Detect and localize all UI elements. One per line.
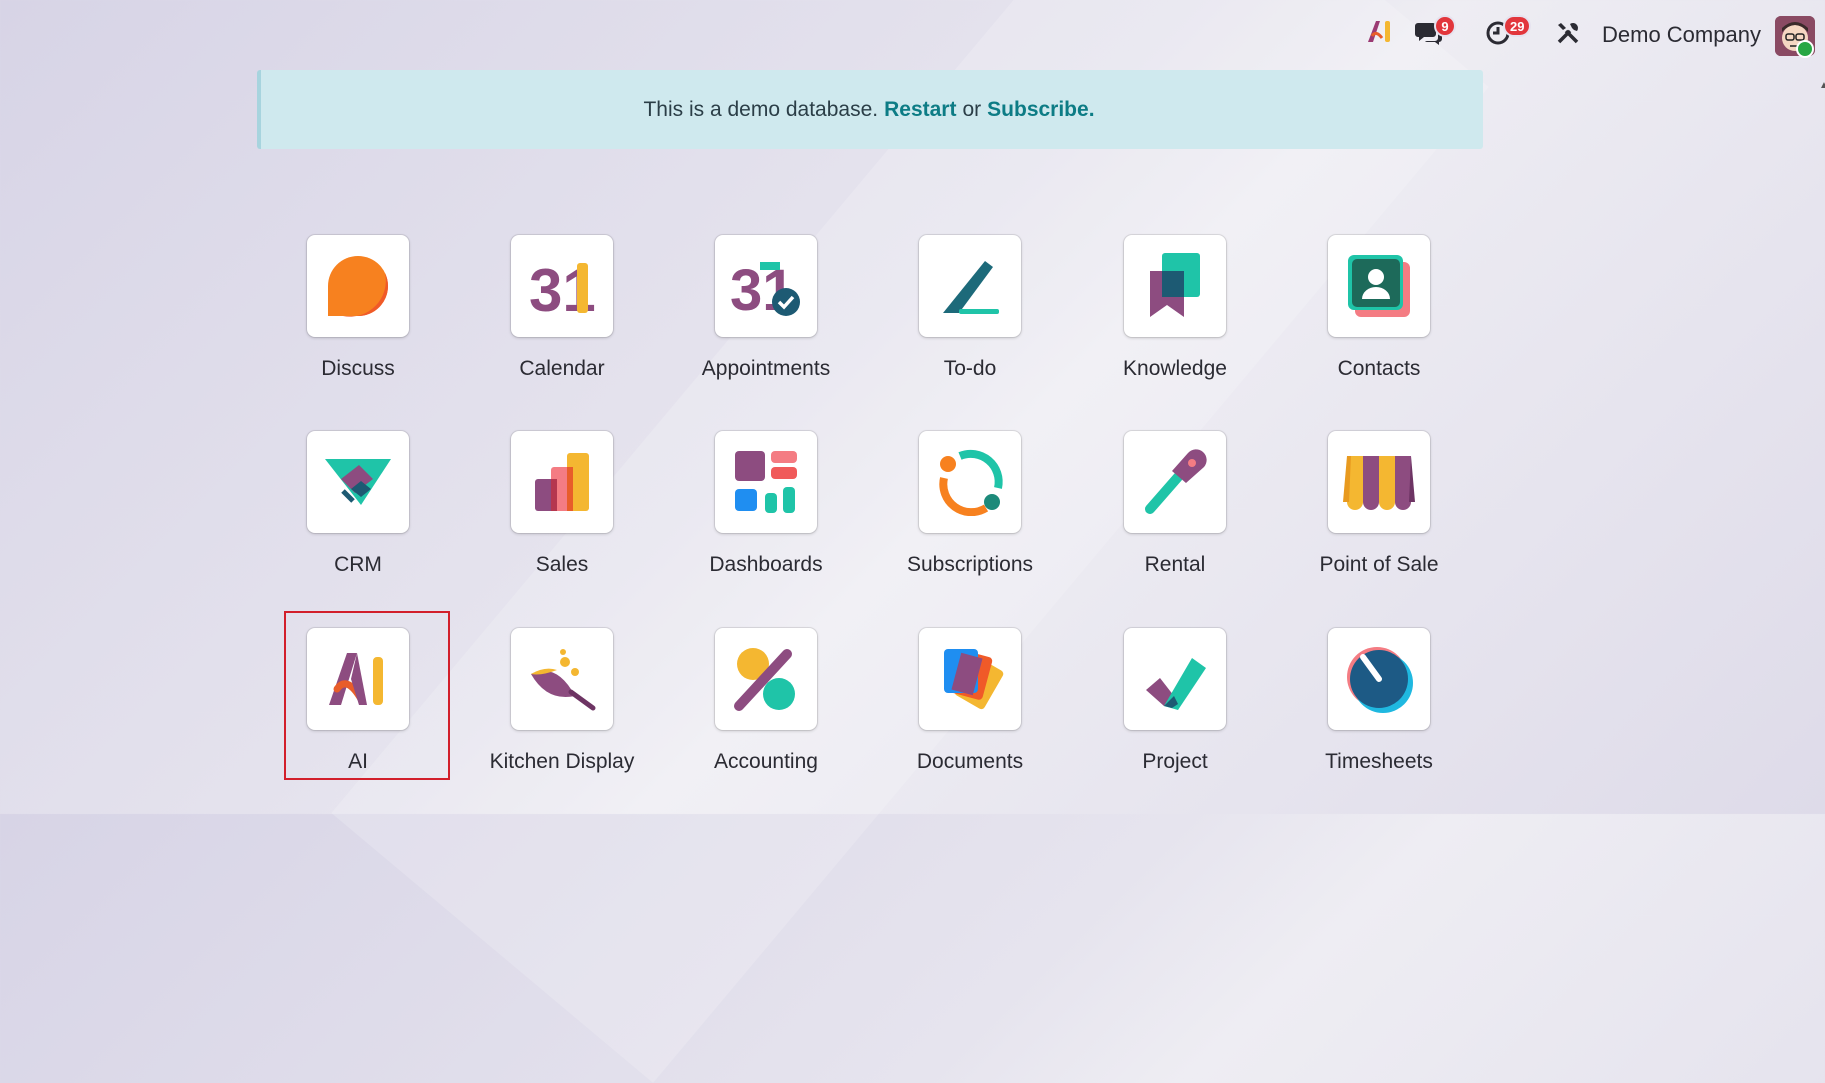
- activities-badge: 29: [1503, 15, 1532, 37]
- app-label: Contacts: [1337, 357, 1421, 380]
- appointments-icon: 31: [715, 235, 817, 337]
- app-label: Project: [1142, 750, 1208, 773]
- app-label: Kitchen Display: [489, 750, 635, 773]
- point-of-sale-icon: [1328, 431, 1430, 533]
- app-label: Discuss: [321, 357, 395, 380]
- app-knowledge[interactable]: Knowledge: [1075, 235, 1275, 405]
- subscribe-link[interactable]: Subscribe.: [987, 98, 1094, 122]
- app-label: Appointments: [701, 357, 831, 380]
- app-project[interactable]: Project: [1075, 628, 1275, 798]
- discuss-icon: [307, 235, 409, 337]
- app-subscriptions[interactable]: Subscriptions: [870, 431, 1070, 601]
- scrollbar-up-arrow[interactable]: ▲: [1819, 80, 1825, 92]
- app-todo[interactable]: To-do: [870, 235, 1070, 405]
- rental-icon: [1124, 431, 1226, 533]
- selection-highlight: [284, 611, 450, 780]
- app-label: Point of Sale: [1319, 553, 1439, 576]
- app-appointments[interactable]: 31 Appointments: [666, 235, 866, 405]
- top-navbar: 9 29 Demo Company ▲: [0, 0, 1825, 91]
- app-label: Accounting: [714, 750, 818, 773]
- app-timesheets[interactable]: Timesheets: [1279, 628, 1479, 798]
- calendar-icon: 31: [511, 235, 613, 337]
- sales-icon: [511, 431, 613, 533]
- app-sales[interactable]: Sales: [462, 431, 662, 601]
- project-icon: [1124, 628, 1226, 730]
- app-rental[interactable]: Rental: [1075, 431, 1275, 601]
- app-accounting[interactable]: Accounting: [666, 628, 866, 798]
- activities-button[interactable]: 29: [1483, 15, 1532, 48]
- app-crm[interactable]: CRM: [258, 431, 458, 601]
- app-label: Rental: [1144, 553, 1206, 576]
- knowledge-icon: [1124, 235, 1226, 337]
- messages-badge: 9: [1434, 15, 1456, 37]
- dashboards-icon: [715, 431, 817, 533]
- app-label: Subscriptions: [906, 553, 1034, 576]
- app-documents[interactable]: Documents: [870, 628, 1070, 798]
- crm-icon: [307, 431, 409, 533]
- app-calendar[interactable]: 31 Calendar: [462, 235, 662, 405]
- app-label: Timesheets: [1325, 750, 1433, 773]
- app-dashboards[interactable]: Dashboards: [666, 431, 866, 601]
- todo-icon: [919, 235, 1021, 337]
- app-discuss[interactable]: Discuss: [258, 235, 458, 405]
- app-kitchen-display[interactable]: Kitchen Display: [462, 628, 662, 798]
- banner-or-text: or: [962, 97, 982, 121]
- ai-logo-icon[interactable]: [1366, 18, 1394, 44]
- online-status-indicator: [1796, 40, 1814, 58]
- restart-link[interactable]: Restart: [884, 98, 956, 122]
- app-label: Knowledge: [1123, 357, 1227, 380]
- app-point-of-sale[interactable]: Point of Sale: [1279, 431, 1479, 601]
- messages-button[interactable]: 9: [1414, 15, 1456, 48]
- app-contacts[interactable]: Contacts: [1279, 235, 1479, 405]
- app-label: Documents: [916, 750, 1024, 773]
- app-label: To-do: [943, 357, 997, 380]
- app-label: Sales: [535, 553, 589, 576]
- demo-database-banner: This is a demo database. Restart or Subs…: [257, 70, 1483, 149]
- banner-text: This is a demo database.: [643, 97, 879, 121]
- debug-tools-button[interactable]: [1554, 18, 1582, 48]
- app-label: Calendar: [519, 357, 605, 380]
- accounting-icon: [715, 628, 817, 730]
- tools-icon: [1557, 22, 1579, 44]
- timesheets-icon: [1328, 628, 1430, 730]
- kitchen-display-icon: [511, 628, 613, 730]
- app-label: Dashboards: [709, 553, 823, 576]
- subscriptions-icon: [919, 431, 1021, 533]
- documents-icon: [919, 628, 1021, 730]
- contacts-icon: [1328, 235, 1430, 337]
- app-label: CRM: [334, 553, 382, 576]
- company-switcher[interactable]: Demo Company: [1602, 22, 1761, 48]
